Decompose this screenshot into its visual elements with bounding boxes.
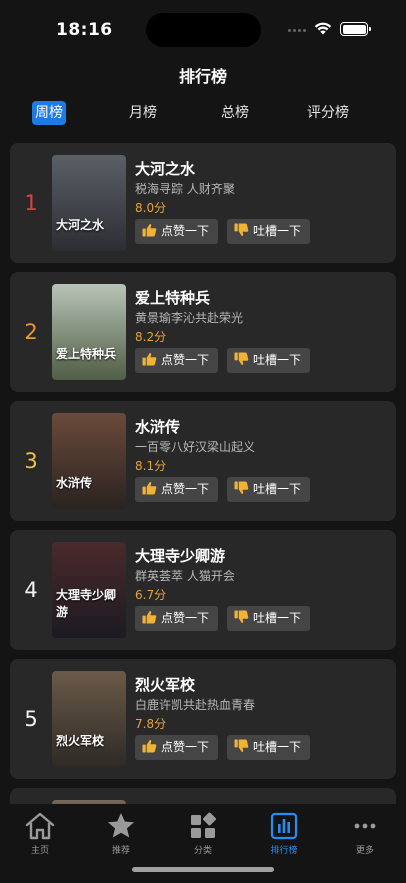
star-icon [108, 813, 134, 838]
poster-image[interactable]: 爱上特种兵 [52, 284, 126, 380]
like-button[interactable]: 点赞一下 [135, 348, 218, 373]
tab-total[interactable]: 总榜 [221, 101, 249, 125]
show-subtitle: 税海寻踪 人财齐聚 [135, 182, 235, 196]
dynamic-island [146, 13, 261, 47]
poster-image[interactable]: 大理寺少卿游 [52, 542, 126, 638]
tabbar-item-ranking[interactable]: 排行榜 [254, 810, 314, 860]
dislike-button[interactable]: 吐槽一下 [227, 735, 310, 760]
show-score: 6.7分 [135, 588, 167, 602]
status-bar: 18:16 [0, 0, 406, 56]
wifi-icon [314, 22, 332, 35]
list-item[interactable]: 2 爱上特种兵 爱上特种兵 黄景瑜李沁共赴荣光 8.2分 点赞一下 吐槽一下 [10, 272, 396, 392]
show-subtitle: 黄景瑜李沁共赴荣光 [135, 311, 244, 325]
dislike-button[interactable]: 吐槽一下 [227, 606, 310, 631]
list-item[interactable]: 5 烈火军校 烈火军校 白鹿许凯共赴热血青春 7.8分 点赞一下 吐槽一下 [10, 659, 396, 779]
poster-image[interactable]: 大河之水 [52, 155, 126, 251]
show-title[interactable]: 大理寺少卿游 [135, 545, 225, 566]
more-dots-icon [354, 823, 376, 829]
tabbar-label: 更多 [355, 846, 374, 856]
like-button[interactable]: 点赞一下 [135, 606, 218, 631]
dislike-button[interactable]: 吐槽一下 [227, 219, 310, 244]
show-subtitle: 一百零八好汉梁山起义 [135, 440, 256, 454]
category-grid-icon [191, 812, 216, 838]
poster-title: 烈火军校 [56, 734, 105, 748]
show-title[interactable]: 大河之水 [135, 158, 195, 179]
page-title: 排行榜 [178, 67, 227, 86]
show-subtitle: 白鹿许凯共赴热血青春 [135, 698, 256, 712]
rank-number: 2 [24, 320, 38, 344]
thumbs-up-icon [142, 739, 157, 753]
show-score: 8.2分 [135, 330, 167, 344]
thumbs-up-icon [142, 223, 157, 237]
list-item[interactable]: 1 大河之水 大河之水 税海寻踪 人财齐聚 8.0分 点赞一下 吐槽一下 [10, 143, 396, 263]
tab-rating[interactable]: 评分榜 [307, 101, 349, 125]
show-score: 7.8分 [135, 717, 167, 731]
ranking-tabs: 周榜 月榜 总榜 评分榜 [0, 101, 406, 127]
show-score: 8.0分 [135, 201, 167, 215]
poster-title: 爱上特种兵 [56, 347, 117, 361]
tabbar-item-home[interactable]: 主页 [10, 810, 70, 860]
tabbar-label: 推荐 [111, 846, 130, 856]
poster-title: 大理寺少卿游 [56, 588, 117, 619]
rank-number: 5 [24, 707, 38, 731]
rank-number: 3 [24, 449, 38, 473]
thumbs-down-icon [234, 481, 249, 495]
thumbs-down-icon [234, 352, 249, 366]
tab-weekly[interactable]: 周榜 [32, 101, 66, 125]
battery-icon [340, 22, 371, 36]
tabbar-item-recommend[interactable]: 推荐 [91, 810, 151, 860]
like-button[interactable]: 点赞一下 [135, 219, 218, 244]
poster-image[interactable]: 烈火军校 [52, 671, 126, 767]
poster-title: 大河之水 [56, 218, 105, 232]
show-title[interactable]: 水浒传 [135, 416, 180, 437]
tabbar-label: 排行榜 [270, 846, 298, 856]
tabbar-item-category[interactable]: 分类 [173, 810, 233, 860]
poster-image[interactable]: 水浒传 [52, 413, 126, 509]
show-title[interactable]: 烈火军校 [135, 674, 195, 695]
thumbs-up-icon [142, 352, 157, 366]
home-indicator[interactable] [132, 867, 274, 872]
dislike-button[interactable]: 吐槽一下 [227, 477, 310, 502]
tab-monthly[interactable]: 月榜 [129, 101, 157, 125]
thumbs-up-icon [142, 610, 157, 624]
home-icon [25, 812, 55, 840]
thumbs-down-icon [234, 223, 249, 237]
poster-title: 水浒传 [56, 476, 93, 490]
like-button[interactable]: 点赞一下 [135, 477, 218, 502]
dislike-button[interactable]: 吐槽一下 [227, 348, 310, 373]
tabbar-label: 主页 [30, 846, 49, 856]
status-time: 18:16 [56, 20, 113, 40]
thumbs-down-icon [234, 610, 249, 624]
ranking-chart-icon [270, 812, 298, 840]
rank-number: 1 [24, 191, 38, 215]
tabbar-item-more[interactable]: 更多 [335, 810, 395, 860]
list-item[interactable]: 4 大理寺少卿游 大理寺少卿游 群英荟萃 人猫开会 6.7分 点赞一下 吐槽一下 [10, 530, 396, 650]
show-title[interactable]: 爱上特种兵 [135, 287, 210, 308]
tabbar-label: 分类 [193, 846, 212, 856]
thumbs-up-icon [142, 481, 157, 495]
like-button[interactable]: 点赞一下 [135, 735, 218, 760]
list-item[interactable]: 3 水浒传 水浒传 一百零八好汉梁山起义 8.1分 点赞一下 吐槽一下 [10, 401, 396, 521]
rank-number: 4 [24, 578, 38, 602]
signal-icon [288, 29, 308, 35]
show-score: 8.1分 [135, 459, 167, 473]
show-subtitle: 群英荟萃 人猫开会 [135, 569, 235, 583]
thumbs-down-icon [234, 739, 249, 753]
